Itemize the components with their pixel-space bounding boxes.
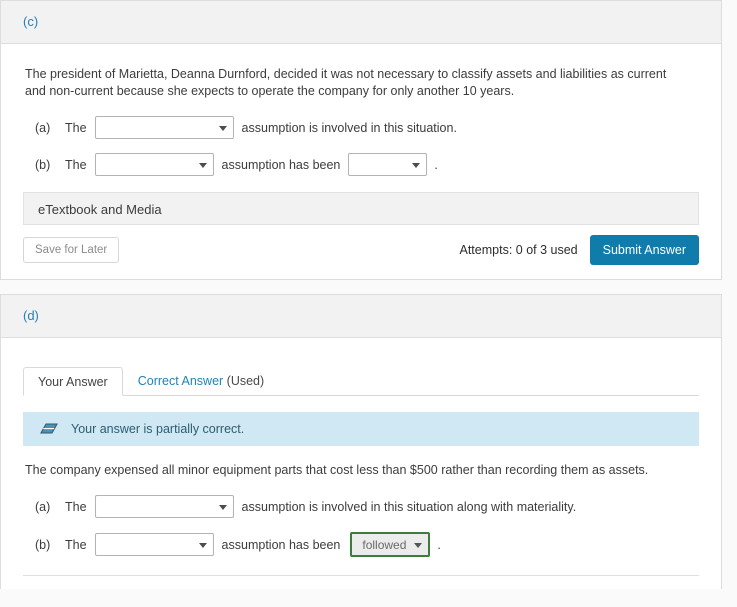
statement-letter: (a) <box>35 499 51 514</box>
question-prompt-c: The president of Marietta, Deanna Durnfo… <box>25 67 667 98</box>
statement-letter: (b) <box>35 537 51 552</box>
footer-right-group: Attempts: 0 of 3 used Submit Answer <box>459 235 699 265</box>
tab-correct-answer-suffix: (Used) <box>223 374 265 388</box>
tab-correct-answer-label: Correct Answer <box>137 374 224 388</box>
submit-answer-button[interactable]: Submit Answer <box>589 235 699 265</box>
attempts-status: Attempts: 0 of 3 used <box>459 243 578 257</box>
assumption-select-wrapper <box>94 495 234 518</box>
assumption-select-wrapper <box>94 153 214 176</box>
status-select-c-b[interactable] <box>348 153 428 176</box>
statement-tail: assumption has been <box>221 157 341 172</box>
assumption-select-c-b[interactable] <box>94 153 214 176</box>
statement-tail: assumption has been <box>221 537 341 552</box>
assumption-select-d-b[interactable] <box>94 533 214 556</box>
statement-prefix: The <box>65 537 87 552</box>
eraser-icon <box>39 419 59 439</box>
assumption-select-c-a[interactable] <box>94 116 234 139</box>
status-select-wrapper <box>348 153 428 176</box>
question-card-c: (c) The president of Marietta, Deanna Du… <box>0 0 722 280</box>
status-select-d-b[interactable]: followed <box>350 532 431 557</box>
assumption-select-wrapper <box>94 533 214 556</box>
card-body-d: Your Answer Correct Answer (Used) Your a… <box>1 338 721 576</box>
tab-your-answer[interactable]: Your Answer <box>23 367 123 396</box>
statement-row: (b) The assumption has been . <box>23 153 699 176</box>
statement-list-d: (a) The assumption is involved in this s… <box>23 495 699 557</box>
statement-row: (a) The assumption is involved in this s… <box>23 495 699 518</box>
section-label-c: (c) <box>23 14 39 29</box>
statement-list-c: (a) The assumption is involved in this s… <box>23 116 699 176</box>
etextbook-label: eTextbook and Media <box>38 202 162 217</box>
answer-status-text: Your answer is partially correct. <box>71 422 245 436</box>
section-divider <box>23 575 699 576</box>
statement-letter: (a) <box>35 120 51 135</box>
statement-tail: assumption is involved in this situation… <box>241 120 457 135</box>
card-header-d: (d) <box>1 295 721 338</box>
card-footer-c: Save for Later Attempts: 0 of 3 used Sub… <box>23 225 699 279</box>
question-prompt-d: The company expensed all minor equipment… <box>25 463 649 477</box>
card-header-c: (c) <box>1 1 721 44</box>
statement-row: (b) The assumption has been followed . <box>23 532 699 557</box>
statement-letter: (b) <box>35 157 51 172</box>
card-gap <box>0 280 737 294</box>
tab-correct-answer[interactable]: Correct Answer (Used) <box>123 366 279 395</box>
statement-prefix: The <box>65 499 87 514</box>
answer-status-alert: Your answer is partially correct. <box>23 412 699 446</box>
statement-period: . <box>437 537 441 552</box>
assumption-select-d-a[interactable] <box>94 495 234 518</box>
statement-tail: assumption is involved in this situation… <box>241 499 577 514</box>
status-select-wrapper-graded: followed <box>350 532 431 557</box>
question-card-d: (d) Your Answer Correct Answer (Used) Yo… <box>0 294 722 589</box>
assumption-select-wrapper <box>94 116 234 139</box>
statement-period: . <box>434 157 438 172</box>
section-label-d: (d) <box>23 308 39 323</box>
statement-prefix: The <box>65 157 87 172</box>
answer-tabs: Your Answer Correct Answer (Used) <box>23 366 699 396</box>
statement-row: (a) The assumption is involved in this s… <box>23 116 699 139</box>
card-body-c: The president of Marietta, Deanna Durnfo… <box>1 44 721 279</box>
question-page: (c) The president of Marietta, Deanna Du… <box>0 0 737 607</box>
statement-prefix: The <box>65 120 87 135</box>
tab-your-answer-label: Your Answer <box>38 375 108 389</box>
save-for-later-button[interactable]: Save for Later <box>23 237 120 263</box>
etextbook-and-media-bar[interactable]: eTextbook and Media <box>23 192 699 225</box>
